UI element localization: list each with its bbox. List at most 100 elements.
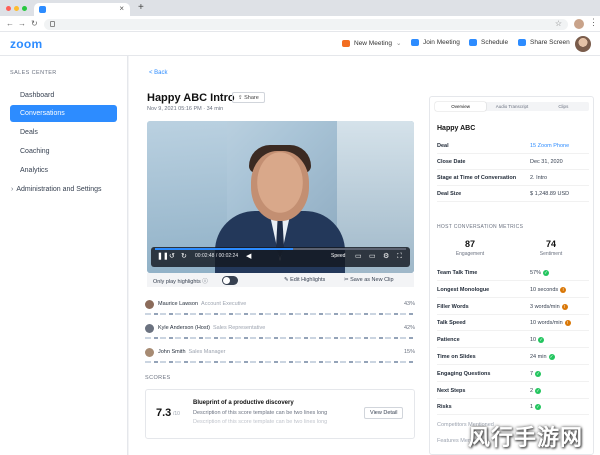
speaker-row[interactable]: Maurice Lawson Account Executive 43% [145, 300, 415, 320]
score-card: 7.3 /10 Blueprint of a productive discov… [145, 389, 415, 439]
browser-profile-avatar[interactable] [574, 19, 584, 29]
tab-close-icon[interactable]: × [119, 4, 124, 13]
edit-highlights-label: Edit Highlights [290, 277, 326, 283]
speaker-timeline [145, 313, 415, 315]
sentiment-score: 74 Sentiment [513, 239, 589, 257]
check-circle-icon: ✓ [535, 404, 542, 411]
fullscreen-icon[interactable]: ⛶ [397, 253, 404, 260]
browser-tab-strip: × + [0, 0, 600, 16]
edit-highlights-button[interactable]: ✎ Edit Highlights [284, 277, 325, 283]
browser-menu-icon[interactable]: ⋮ [589, 17, 598, 28]
warning-circle-icon: ! [561, 303, 568, 310]
zoom-logo[interactable]: zoom [10, 37, 43, 51]
user-avatar[interactable] [575, 36, 591, 52]
detail-value: $ 1,248.89 USD [530, 191, 570, 197]
back-arrow-icon[interactable]: ← [6, 19, 14, 28]
speaker-avatar [145, 324, 154, 333]
watermark: 风行手游网 [468, 426, 584, 451]
share-screen-label: Share Screen [530, 39, 570, 46]
cast-icon[interactable]: ▭ [369, 253, 376, 260]
reload-icon[interactable]: ↻ [31, 19, 38, 28]
sidebar-item-deals[interactable]: Deals [10, 124, 117, 141]
captions-icon[interactable]: ▭ [355, 253, 362, 260]
score-max: /10 [173, 411, 180, 417]
share-screen-icon [518, 39, 526, 46]
pause-icon[interactable]: ❚❚ [157, 253, 169, 260]
browser-tab[interactable]: × [34, 3, 130, 16]
view-detail-button[interactable]: View Detail [364, 407, 404, 419]
scores-section-title: SCORES [145, 375, 171, 381]
metric-row: Engaging Questions 7 ✓ [437, 366, 589, 382]
metric-label: Talk Speed [437, 320, 466, 327]
join-meeting-label: Join Meeting [423, 39, 460, 46]
metric-row: Longest Monologue 10 seconds! [437, 282, 589, 298]
tab-overview[interactable]: Overview [435, 102, 487, 111]
speaker-avatar [145, 300, 154, 309]
metric-row: Next Steps 2 ✓ [437, 383, 589, 399]
speaker-timeline [145, 337, 415, 339]
speaker-role: Sales Manager [188, 349, 226, 355]
video-player[interactable]: ❚❚ ↺ ↻ 00:02:48 / 00:02:24 ◀ Speed ▭ ▭ ⚙… [147, 121, 414, 273]
speaker-talk-percent: 42% [403, 325, 415, 331]
check-circle-icon: ✓ [538, 337, 545, 344]
speaker-talk-percent: 15% [403, 349, 415, 355]
detail-row: Stage at Time of Conversation 2. Intro [437, 171, 589, 186]
speaker-role: Account Executive [201, 301, 247, 307]
sentiment-label: Sentiment [539, 251, 563, 257]
sidebar-item-administration[interactable]: › Administration and Settings [8, 181, 115, 198]
share-button[interactable]: ⇪ Share [232, 92, 265, 103]
speaker-row[interactable]: Kyle Anderson (Host) Sales Representative… [145, 324, 415, 344]
edit-pencil-icon: ✎ [284, 277, 289, 283]
forward-arrow-icon[interactable]: → [18, 19, 26, 28]
volume-icon[interactable]: ◀ [246, 253, 253, 260]
sidebar-item-analytics[interactable]: Analytics [10, 162, 117, 179]
plus-icon [411, 39, 419, 46]
speaker-timeline [145, 361, 415, 363]
forward-icon[interactable]: ↻ [181, 253, 188, 260]
back-link[interactable]: < Back [149, 70, 168, 76]
speaker-row[interactable]: John Smith Sales Manager 15% [145, 348, 415, 368]
detail-label: Deal Size [437, 191, 462, 197]
bookmark-star-icon[interactable]: ☆ [555, 19, 562, 28]
playback-progress-bar[interactable] [155, 248, 406, 250]
schedule-button[interactable]: Schedule [469, 39, 508, 46]
metric-value: 3 words/min! [530, 303, 568, 310]
save-clip-button[interactable]: ✂ Save as New Clip [344, 277, 394, 283]
calendar-icon [469, 39, 477, 46]
new-tab-button[interactable]: + [138, 2, 144, 13]
metric-value: 1 ✓ [530, 404, 542, 411]
speed-button[interactable]: Speed [331, 253, 345, 259]
recording-meta: Nov 9, 2021 05:16 PM · 34 min [147, 106, 224, 112]
new-meeting-button[interactable]: New Meeting ⌄ [342, 39, 401, 47]
join-meeting-button[interactable]: Join Meeting [411, 39, 460, 46]
tab-clips[interactable]: Clips [538, 102, 589, 111]
close-window-button[interactable] [6, 6, 11, 11]
playback-progress-fill [155, 248, 294, 250]
detail-value: 2. Intro [530, 175, 548, 181]
tab-audio-transcript[interactable]: Audio Transcript [486, 102, 537, 111]
metric-value: 10 words/min! [530, 320, 571, 327]
score-template-title: Blueprint of a productive discovery [193, 400, 294, 406]
highlights-toggle[interactable] [222, 276, 238, 285]
sidebar-item-dashboard[interactable]: Dashboard [10, 87, 117, 104]
maximize-window-button[interactable] [22, 6, 27, 11]
chevron-down-icon: ⌄ [395, 40, 402, 47]
sidebar-item-coaching[interactable]: Coaching [10, 143, 117, 160]
minimize-window-button[interactable] [14, 6, 19, 11]
address-bar[interactable]: ☆ [44, 19, 568, 30]
deal-link[interactable]: 15 Zoom Phone [530, 143, 569, 149]
share-screen-button[interactable]: Share Screen [518, 39, 570, 46]
zoom-favicon-icon [39, 6, 46, 13]
metric-row: Team Talk Time 57% ✓ [437, 265, 589, 281]
detail-label: Deal [437, 143, 449, 149]
speaker-talk-percent: 43% [403, 301, 415, 307]
metric-label: Risks [437, 404, 452, 411]
rewind-icon[interactable]: ↺ [169, 253, 176, 260]
score-template-description: Description of this score template can b… [193, 419, 328, 425]
check-circle-icon: ✓ [535, 370, 542, 377]
metric-row: Time on Slides 24 min ✓ [437, 349, 589, 365]
settings-gear-icon[interactable]: ⚙ [383, 253, 390, 260]
sidebar-item-conversations[interactable]: Conversations [10, 105, 117, 122]
app-header: zoom New Meeting ⌄ Join Meeting Schedule… [0, 32, 600, 56]
detail-label: Stage at Time of Conversation [437, 175, 517, 181]
